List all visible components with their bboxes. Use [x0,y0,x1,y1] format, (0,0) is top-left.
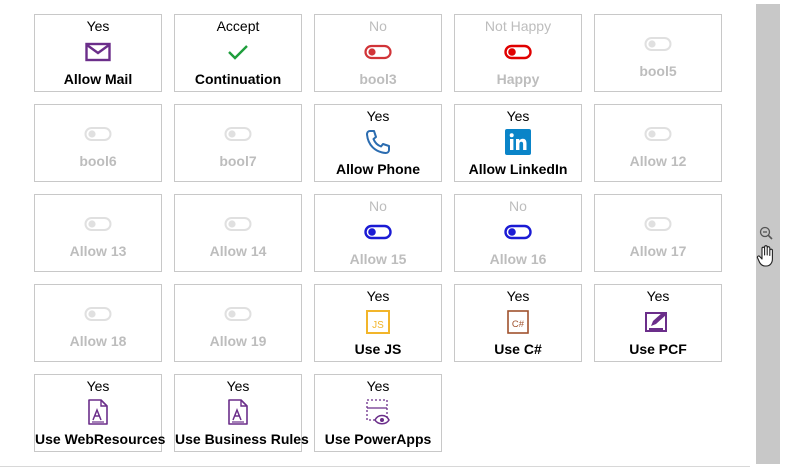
tile-status-text: No [369,18,387,34]
toggle-tile-use-powerapps[interactable]: Yes Use PowerApps [314,374,442,452]
svg-text:JS: JS [372,320,384,331]
toggle-tile-allow-13[interactable]: Allow 13 [34,194,162,272]
csharp-file-icon: C# [504,307,532,337]
pcf-edit-icon [644,307,672,337]
toggle-tile-allow-18[interactable]: Allow 18 [34,284,162,362]
toggle-gray-icon [644,213,672,235]
toggle-blue-icon [504,221,532,243]
tile-label: Use JS [354,341,402,357]
toggle-tile-allow-mail[interactable]: Yes Allow Mail [34,14,162,92]
toggle-tile-use-business-rules[interactable]: Yes Use Business Rules [174,374,309,452]
tile-label: Allow Phone [336,161,420,177]
tile-label: Use WebResources [35,431,166,447]
tile-label: Continuation [194,71,282,87]
tile-label: Use C# [494,341,542,357]
tile-label: Happy [496,71,540,87]
toggle-tile-use-js[interactable]: Yes JS Use JS [314,284,442,362]
toggle-tile-allow-14[interactable]: Allow 14 [174,194,302,272]
boolean-tile-grid: Yes Allow Mail Accept Continuation No bool3 No… [0,0,750,468]
toggle-tile-bool7[interactable]: bool7 [174,104,302,182]
business-rule-file-icon [224,397,252,427]
toggle-gray-icon [224,213,252,235]
tile-status-text: Yes [86,18,110,34]
js-file-icon: JS [364,307,392,337]
hand-cursor-icon [756,245,773,267]
toggle-gray-icon [84,303,112,325]
toggle-gray-icon [224,303,252,325]
tile-label: Use PCF [629,341,687,357]
tile-label: Allow 16 [489,251,547,267]
toggle-tile-bool3[interactable]: No bool3 [314,14,442,92]
toggle-tile-use-webresources[interactable]: Yes Use WebResources [34,374,166,452]
tile-label: Allow 19 [209,333,267,349]
tile-label: Allow 14 [209,243,267,259]
tile-status-text: Yes [226,378,250,394]
toggle-gray-icon [84,123,112,145]
toggle-gray-icon [224,123,252,145]
zoom-out-icon[interactable] [758,225,774,241]
tile-label: Allow 17 [629,243,687,259]
tile-label: bool5 [639,63,677,79]
tile-status-text: Yes [506,108,530,124]
tile-label: Allow 18 [69,333,127,349]
toggle-tile-allow-phone[interactable]: Yes Allow Phone [314,104,442,182]
toggle-tile-allow-16[interactable]: No Allow 16 [454,194,582,272]
tile-status-text: No [509,198,527,214]
toggle-tile-bool5[interactable]: bool5 [594,14,722,92]
mail-icon [84,41,112,63]
tile-status-text: No [369,198,387,214]
tile-status-text: Not Happy [484,18,552,34]
toggle-tile-allow-12[interactable]: Allow 12 [594,104,722,182]
tile-status-text: Yes [366,108,390,124]
checkmark-icon [224,41,252,63]
divider [0,466,750,467]
tile-label: Allow 15 [349,251,407,267]
tile-label: Allow Mail [63,71,133,87]
tile-label: bool6 [79,153,117,169]
tile-status-text: Yes [646,288,670,304]
tile-label: bool3 [359,71,397,87]
toggle-red-filled-icon [504,41,532,63]
tile-label: Use Business Rules [175,431,309,447]
tile-label: Allow 12 [629,153,687,169]
powerapps-form-icon [364,397,392,427]
toggle-tile-allow-linkedin[interactable]: Yes Allow LinkedIn [454,104,582,182]
toggle-tile-allow-19[interactable]: Allow 19 [174,284,302,362]
web-resource-file-icon [84,397,112,427]
tile-label: Use PowerApps [324,431,432,447]
toggle-tile-continuation[interactable]: Accept Continuation [174,14,302,92]
toggle-tile-use-csharp[interactable]: Yes C# Use C# [454,284,582,362]
linkedin-icon [504,127,532,157]
svg-text:C#: C# [512,319,525,330]
toggle-gray-icon [644,123,672,145]
toggle-red-icon [364,41,392,63]
toggle-gray-icon [644,33,672,55]
tile-status-text: Yes [366,378,390,394]
tile-label: Allow LinkedIn [468,161,568,177]
toggle-tile-use-pcf[interactable]: Yes Use PCF [594,284,722,362]
toggle-tile-happy[interactable]: Not Happy Happy [454,14,582,92]
phone-icon [364,127,392,157]
toggle-gray-icon [84,213,112,235]
tile-status-text: Yes [366,288,390,304]
toggle-tile-bool6[interactable]: bool6 [34,104,162,182]
toggle-tile-allow-17[interactable]: Allow 17 [594,194,722,272]
tile-label: Allow 13 [69,243,127,259]
toggle-tile-allow-15[interactable]: No Allow 15 [314,194,442,272]
tile-status-text: Yes [506,288,530,304]
tile-status-text: Accept [216,18,260,34]
tile-status-text: Yes [86,378,110,394]
toggle-blue-icon [364,221,392,243]
tile-label: bool7 [219,153,257,169]
